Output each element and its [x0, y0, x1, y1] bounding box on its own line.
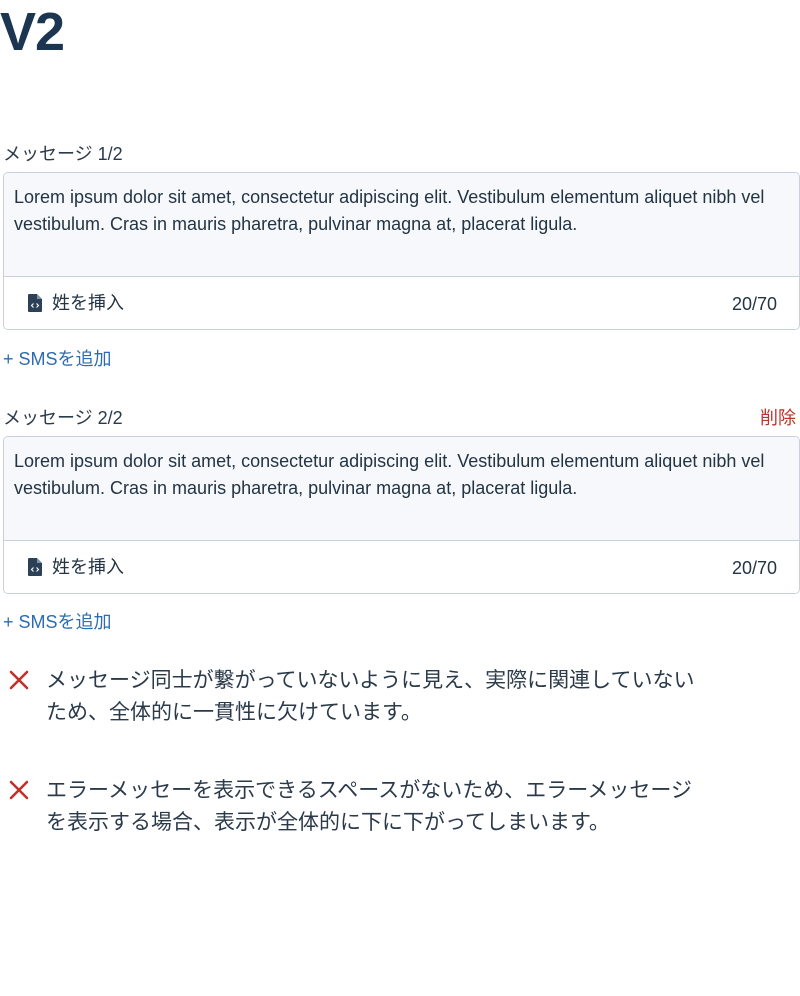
message-label: メッセージ 1/2: [3, 144, 123, 164]
message-editor: Lorem ipsum dolor sit amet, consectetur …: [3, 436, 800, 594]
x-icon: [9, 780, 29, 800]
message-textarea[interactable]: Lorem ipsum dolor sit amet, consectetur …: [4, 437, 799, 541]
message-label: メッセージ 2/2: [3, 408, 123, 428]
character-counter: 20/70: [731, 294, 777, 314]
issue-note: メッセージ同士が繋がっていないように見え、実際に関連していないため、全体的に一貫…: [8, 665, 708, 729]
code-file-icon: [28, 558, 42, 576]
note-text: エラーメッセーを表示できるスペースがないため、エラーメッセージを表示する場合、表…: [46, 779, 692, 834]
add-sms-link[interactable]: + SMSを追加: [3, 347, 112, 371]
delete-message-link[interactable]: 削除: [760, 406, 796, 430]
message-header: メッセージ 1/2: [3, 142, 800, 172]
message-header: メッセージ 2/2 削除: [3, 406, 800, 436]
message-footer: 姓を挿入 20/70: [4, 277, 799, 329]
insert-last-name-button[interactable]: 姓を挿入: [28, 555, 124, 579]
message-textarea[interactable]: Lorem ipsum dolor sit amet, consectetur …: [4, 173, 799, 277]
message-block-1: メッセージ 1/2 Lorem ipsum dolor sit amet, co…: [3, 142, 800, 330]
insert-last-name-button[interactable]: 姓を挿入: [28, 291, 124, 315]
note-text: メッセージ同士が繋がっていないように見え、実際に関連していないため、全体的に一貫…: [46, 669, 695, 724]
page-title: V2: [0, 2, 65, 62]
code-file-icon: [28, 294, 42, 312]
issue-note: エラーメッセーを表示できるスペースがないため、エラーメッセージを表示する場合、表…: [8, 775, 708, 839]
message-block-2: メッセージ 2/2 削除 Lorem ipsum dolor sit amet,…: [3, 406, 800, 594]
add-sms-link[interactable]: + SMSを追加: [3, 610, 112, 634]
message-footer: 姓を挿入 20/70: [4, 541, 799, 593]
insert-last-name-label: 姓を挿入: [52, 557, 124, 577]
insert-last-name-label: 姓を挿入: [52, 293, 124, 313]
character-counter: 20/70: [731, 558, 777, 578]
x-icon: [9, 670, 29, 690]
message-editor: Lorem ipsum dolor sit amet, consectetur …: [3, 172, 800, 330]
